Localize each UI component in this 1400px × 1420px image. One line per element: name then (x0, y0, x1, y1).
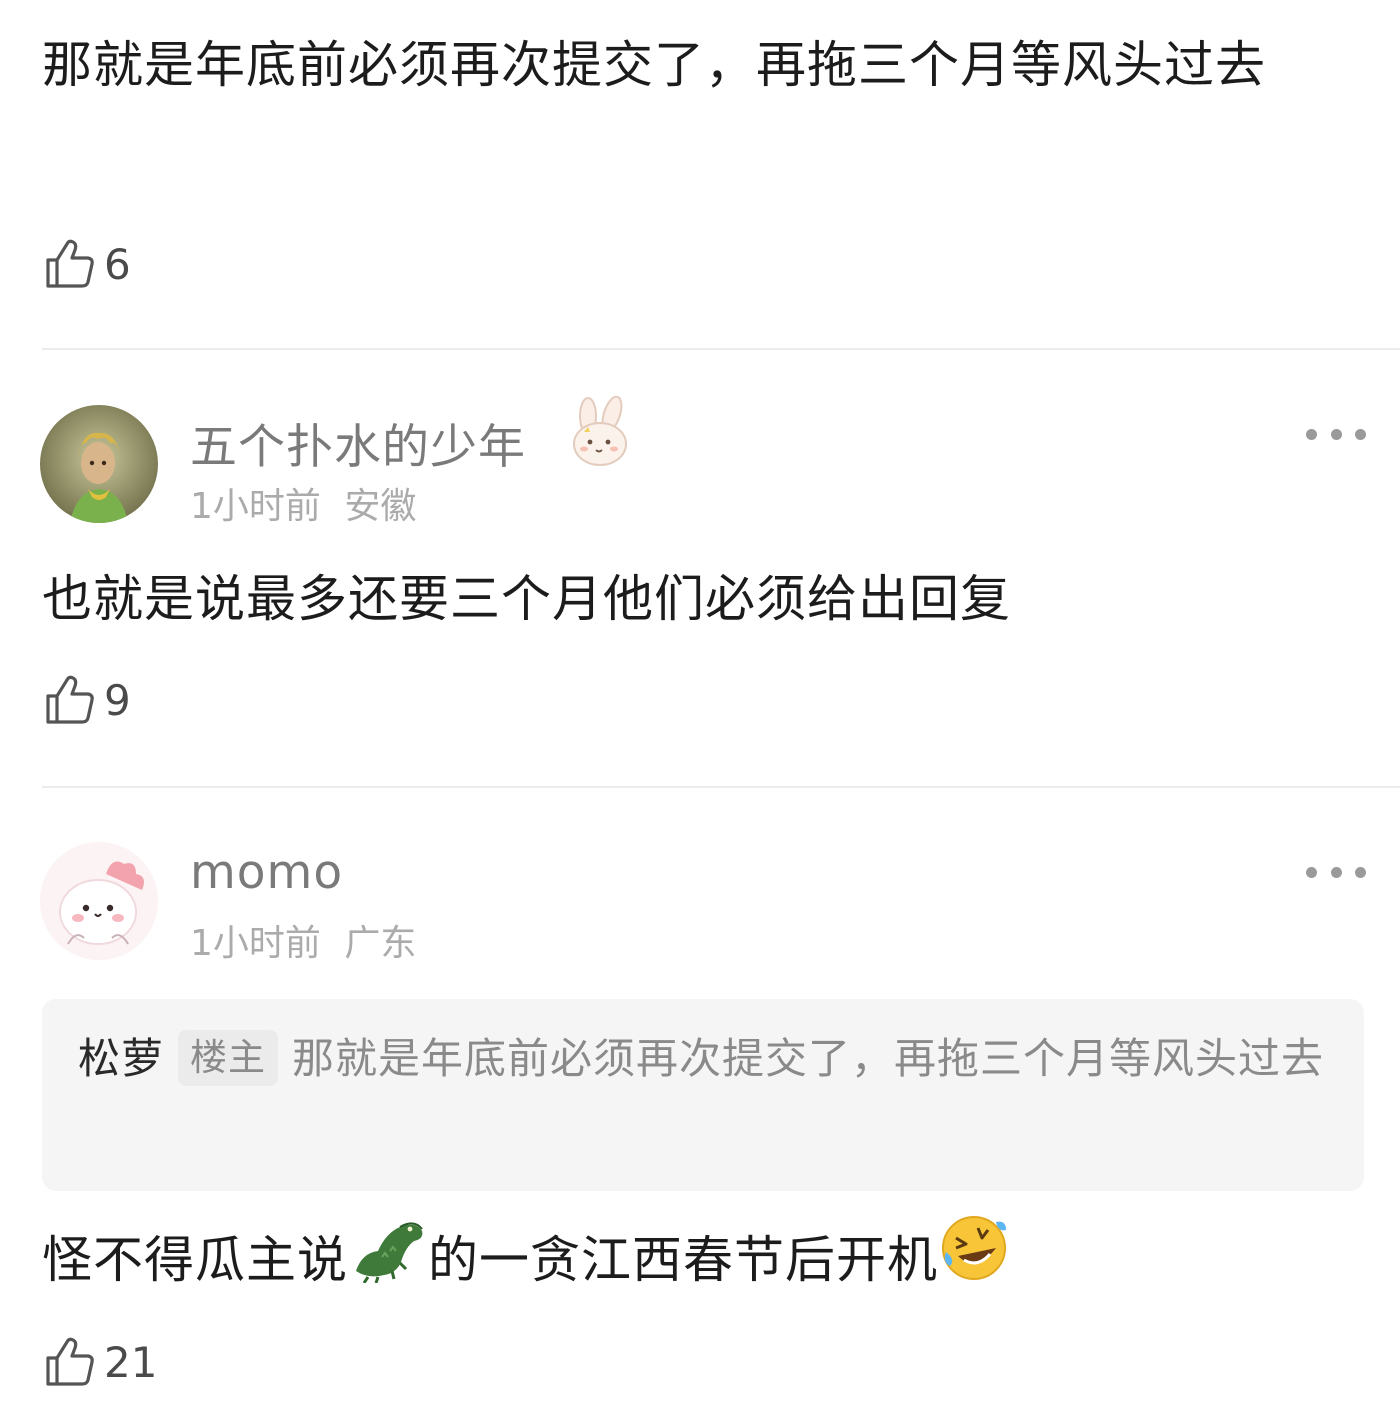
dot-icon (1330, 428, 1342, 440)
divider (42, 348, 1400, 350)
comment-text: 那就是年底前必须再次提交了，再拖三个月等风头过去 (42, 36, 1266, 94)
username[interactable]: 五个扑水的少年 (190, 408, 526, 477)
quoted-text: 那就是年底前必须再次提交了，再拖三个月等风头过去 (292, 1034, 1325, 1083)
quoted-author[interactable]: 松萝 (78, 1034, 164, 1083)
username[interactable]: momo (190, 845, 343, 900)
comment-text-part: 怪不得瓜主说 (42, 1231, 348, 1289)
more-options-button[interactable] (1306, 857, 1366, 887)
op-badge: 楼主 (178, 1030, 279, 1086)
quoted-reply[interactable]: 松萝 楼主 那就是年底前必须再次提交了，再拖三个月等风头过去 (42, 999, 1364, 1191)
divider (42, 786, 1400, 788)
location: 安徽 (344, 486, 417, 527)
like-button[interactable]: 9 (42, 672, 131, 728)
dot-icon (1355, 428, 1366, 440)
thumbs-up-icon (46, 239, 94, 288)
avatar[interactable] (40, 842, 158, 960)
comment-text: 也就是说最多还要三个月他们必须给出回复 (42, 570, 1011, 628)
comment-meta: 1小时前 安徽 (190, 477, 416, 529)
location: 广东 (344, 923, 417, 964)
comment-text: 怪不得瓜主说 的一贪江西春节后开机 (42, 1212, 1342, 1315)
comment-meta: 1小时前 广东 (190, 914, 416, 966)
like-count: 9 (104, 675, 131, 725)
crocodile-emoji-icon (348, 1213, 428, 1314)
dot-icon (1306, 866, 1317, 878)
rabbit-badge-icon (562, 395, 638, 476)
dot-icon (1306, 428, 1317, 440)
like-count: 6 (104, 239, 131, 289)
timestamp: 1小时前 (190, 486, 321, 527)
comment-text-part: 的一贪江西春节后开机 (428, 1231, 938, 1289)
thumbs-up-icon (46, 1337, 94, 1386)
rolling-laughing-emoji-icon (938, 1212, 1010, 1315)
like-count: 21 (104, 1337, 158, 1387)
avatar[interactable] (40, 405, 158, 523)
dot-icon (1355, 866, 1366, 878)
timestamp: 1小时前 (190, 923, 321, 964)
thumbs-up-icon (46, 675, 94, 724)
quoted-reply-content: 松萝 楼主 那就是年底前必须再次提交了，再拖三个月等风头过去 (78, 1021, 1328, 1097)
more-options-button[interactable] (1306, 419, 1366, 449)
like-button[interactable]: 6 (42, 236, 131, 292)
like-button[interactable]: 21 (42, 1334, 157, 1390)
dot-icon (1330, 866, 1342, 878)
